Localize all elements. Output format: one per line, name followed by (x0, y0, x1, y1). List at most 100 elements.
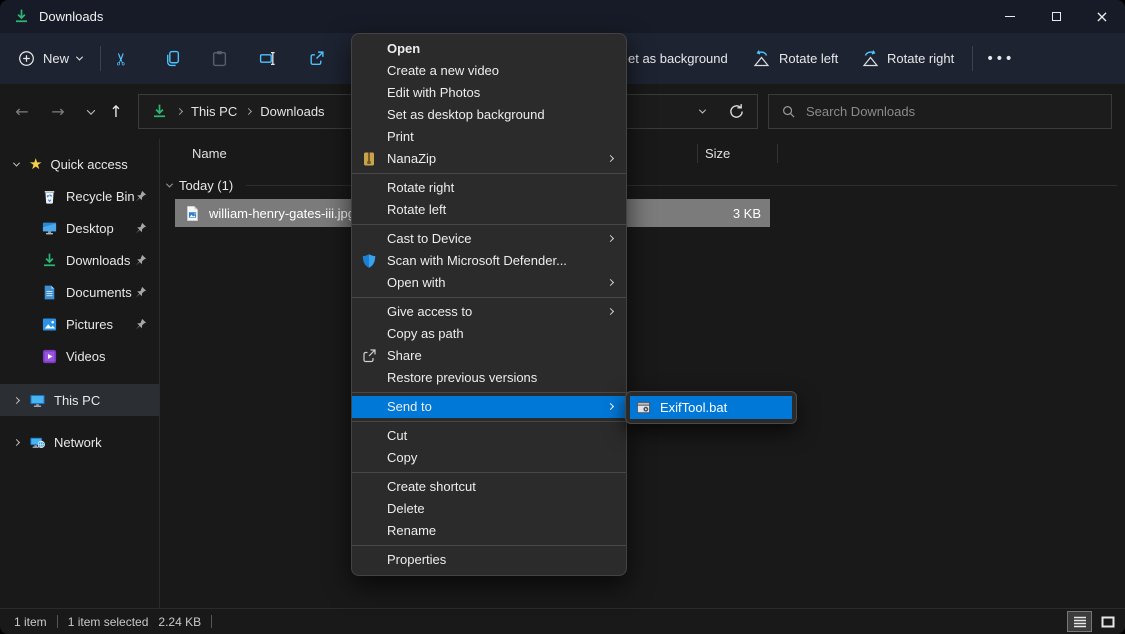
menu-item-label: Set as desktop background (387, 107, 545, 122)
menu-item-label: Delete (387, 501, 425, 516)
menu-separator (352, 173, 626, 174)
menu-item-rename[interactable]: Rename (352, 520, 626, 542)
menu-item-rotate-left[interactable]: Rotate left (352, 199, 626, 221)
column-header-size[interactable]: Size (705, 146, 730, 161)
menu-item-create-shortcut[interactable]: Create shortcut (352, 476, 626, 498)
breadcrumb-downloads[interactable]: Downloads (260, 104, 324, 119)
menu-item-cast-to-device[interactable]: Cast to Device (352, 228, 626, 250)
menu-item-label: Copy as path (387, 326, 464, 341)
menu-item-edit-with-photos[interactable]: Edit with Photos (352, 82, 626, 104)
menu-item-label: Copy (387, 450, 417, 465)
menu-item-properties[interactable]: Properties (352, 549, 626, 571)
address-dropdown-icon[interactable] (699, 107, 706, 114)
column-separator[interactable] (777, 144, 778, 163)
more-options-icon: ••• (986, 51, 1014, 67)
minimize-button[interactable] (987, 0, 1033, 33)
rotate-right-button[interactable]: Rotate right (860, 33, 954, 84)
menu-item-open[interactable]: Open (352, 38, 626, 60)
expand-chevron-icon[interactable] (12, 438, 19, 445)
menu-item-label: Share (387, 348, 422, 363)
defender-shield-icon (361, 253, 377, 269)
this-pc-icon (29, 392, 46, 409)
submenu-item-exiftool[interactable]: ExifTool.bat (630, 396, 792, 419)
sidebar-item-documents[interactable]: Documents (0, 276, 159, 308)
up-button[interactable]: ↑ (104, 84, 128, 139)
group-collapse-icon[interactable] (166, 180, 173, 187)
sidebar-item-label: Desktop (66, 221, 114, 236)
submenu-chevron-icon (607, 308, 614, 315)
menu-item-give-access-to[interactable]: Give access to (352, 301, 626, 323)
recycle-bin-icon (41, 188, 58, 205)
network-icon (29, 434, 46, 451)
set-as-background-button[interactable]: et as background (628, 33, 728, 84)
thumbnail-view-button[interactable] (1095, 611, 1120, 632)
chevron-down-icon (76, 54, 83, 61)
sidebar-item-pictures[interactable]: Pictures (0, 308, 159, 340)
share-button[interactable] (308, 33, 325, 84)
close-button[interactable]: × (1079, 0, 1125, 33)
close-icon: × (1095, 9, 1108, 25)
refresh-button[interactable] (728, 103, 745, 120)
sidebar-item-quick-access[interactable]: ★ Quick access (0, 148, 159, 180)
menu-item-copy[interactable]: Copy (352, 447, 626, 469)
menu-item-restore-previous-versions[interactable]: Restore previous versions (352, 367, 626, 389)
rotate-left-button[interactable]: Rotate left (752, 33, 838, 84)
sidebar-item-desktop[interactable]: Desktop (0, 212, 159, 244)
status-separator (57, 615, 58, 628)
menu-item-label: Print (387, 129, 414, 144)
menu-item-copy-as-path[interactable]: Copy as path (352, 323, 626, 345)
column-header-name[interactable]: Name (192, 146, 227, 161)
menu-item-scan-with-defender[interactable]: Scan with Microsoft Defender... (352, 250, 626, 272)
forward-icon: → (51, 102, 64, 121)
more-options-button[interactable]: ••• (986, 33, 1014, 84)
search-box (768, 94, 1112, 129)
new-button[interactable]: New (12, 33, 88, 84)
details-view-button[interactable] (1067, 611, 1092, 632)
menu-separator (352, 392, 626, 393)
menu-item-label: Scan with Microsoft Defender... (387, 253, 567, 268)
titlebar-app-group: Downloads (0, 8, 103, 25)
menu-item-label: Edit with Photos (387, 85, 480, 100)
toolbar-separator (100, 46, 101, 71)
paste-button[interactable] (211, 33, 228, 84)
maximize-button[interactable] (1033, 0, 1079, 33)
menu-item-send-to[interactable]: Send to (352, 396, 626, 418)
recent-locations-button[interactable] (79, 84, 103, 139)
menu-item-print[interactable]: Print (352, 126, 626, 148)
menu-item-open-with[interactable]: Open with (352, 272, 626, 294)
sidebar-item-label: This PC (54, 393, 100, 408)
sidebar-item-label: Pictures (66, 317, 113, 332)
sidebar-item-this-pc[interactable]: This PC (0, 384, 159, 416)
menu-item-rotate-right[interactable]: Rotate right (352, 177, 626, 199)
pictures-icon (41, 316, 58, 333)
cut-button[interactable]: ✂ (115, 33, 129, 84)
sidebar-item-recycle-bin[interactable]: Recycle Bin (0, 180, 159, 212)
breadcrumb-this-pc[interactable]: This PC (191, 104, 237, 119)
sidebar-item-videos[interactable]: Videos (0, 340, 159, 372)
menu-item-share[interactable]: Share (352, 345, 626, 367)
back-button[interactable]: ← (10, 84, 34, 139)
minimize-icon (1005, 16, 1015, 17)
thumbnail-view-icon (1101, 616, 1115, 628)
copy-button[interactable] (164, 33, 181, 84)
submenu-chevron-icon (607, 279, 614, 286)
expand-chevron-icon[interactable] (12, 159, 19, 166)
menu-item-create-new-video[interactable]: Create a new video (352, 60, 626, 82)
back-icon: ← (15, 102, 28, 121)
search-input[interactable] (806, 104, 1099, 119)
menu-item-delete[interactable]: Delete (352, 498, 626, 520)
menu-item-cut[interactable]: Cut (352, 425, 626, 447)
sidebar-item-network[interactable]: Network (0, 426, 159, 458)
column-separator[interactable] (697, 144, 698, 163)
sidebar-item-label: Videos (66, 349, 106, 364)
rename-button[interactable] (259, 33, 276, 84)
menu-item-set-desktop-background[interactable]: Set as desktop background (352, 104, 626, 126)
sidebar: ★ Quick access Recycle Bin Desktop Downl… (0, 139, 160, 608)
menu-item-nanazip[interactable]: NanaZip (352, 148, 626, 170)
forward-button[interactable]: → (46, 84, 70, 139)
sidebar-item-downloads[interactable]: Downloads (0, 244, 159, 276)
group-header-today[interactable]: Today (1) (167, 175, 1117, 195)
context-menu: Open Create a new video Edit with Photos… (351, 33, 627, 576)
desktop-icon (41, 220, 58, 237)
expand-chevron-icon[interactable] (12, 396, 19, 403)
